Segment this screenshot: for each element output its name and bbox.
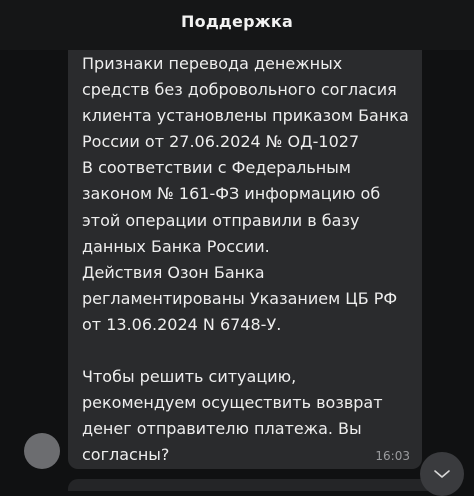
scroll-down-button[interactable] <box>420 452 464 496</box>
page-title: Поддержка <box>181 12 293 31</box>
incoming-message-bubble: Признаки перевода денежных средств без д… <box>68 40 422 469</box>
message-text: Признаки перевода денежных средств без д… <box>82 54 409 465</box>
chat-header: Поддержка <box>0 0 474 50</box>
chat-area: Признаки перевода денежных средств без д… <box>0 0 474 491</box>
message-timestamp: 16:03 <box>375 449 410 463</box>
message-input[interactable] <box>68 479 440 491</box>
chevron-down-icon <box>434 470 450 478</box>
avatar[interactable] <box>24 433 60 469</box>
